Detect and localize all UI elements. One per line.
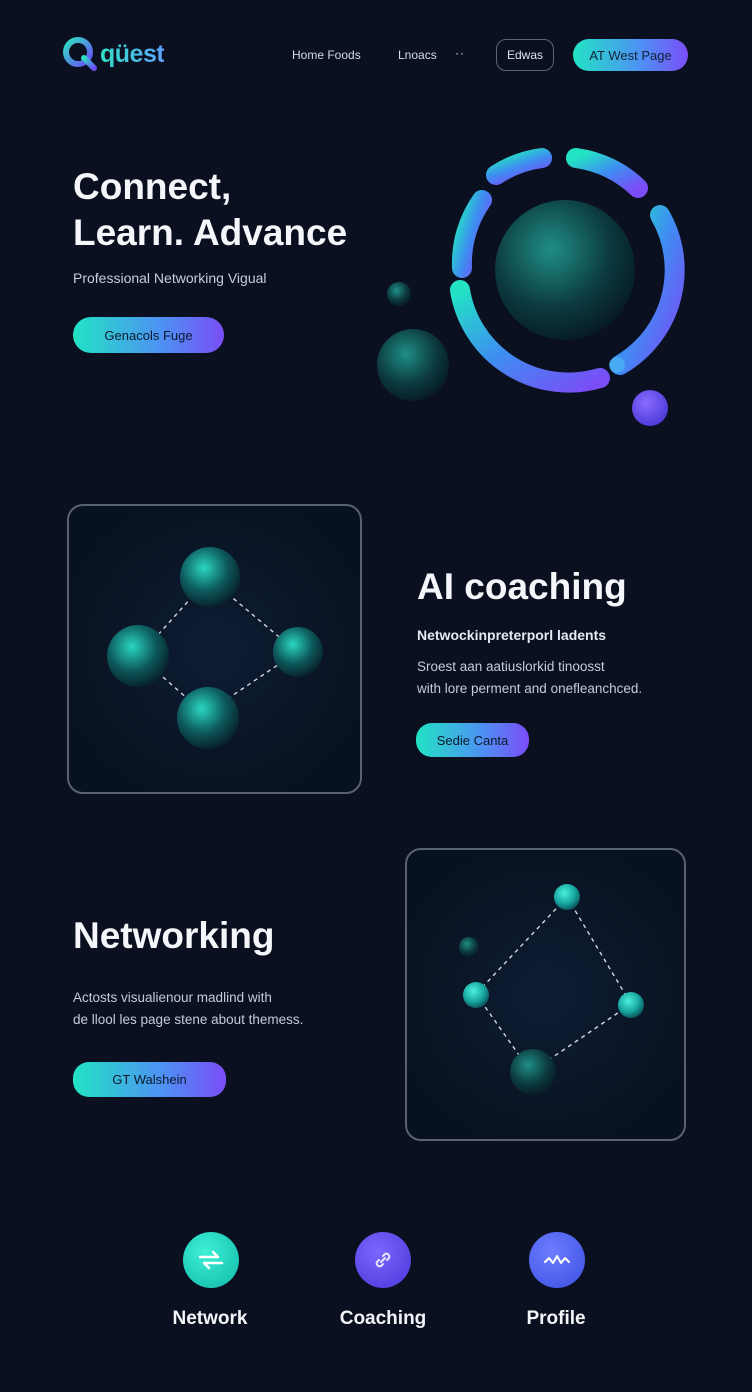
- feature-network-label: Network: [172, 1308, 248, 1329]
- coaching-subtitle: Netwockinpreterporl ladents: [417, 627, 607, 643]
- hero-title-line2: Learn. Advance: [73, 212, 348, 253]
- wave-icon: [529, 1232, 585, 1288]
- feature-profile[interactable]: Profile: [486, 1232, 626, 1330]
- coaching-illustration-frame: [67, 504, 362, 794]
- nav-link-lnoacs[interactable]: Lnoacs: [398, 48, 437, 62]
- brand-name: qüest: [100, 39, 165, 68]
- hero-title: Connect, Learn. Advance: [73, 164, 347, 256]
- logo-q-icon: [63, 37, 97, 71]
- coaching-body-line1: Sroest aan aatiuslorkid tinoosst: [417, 659, 605, 674]
- hero-subtitle: Professional Networking Vigual: [73, 270, 267, 286]
- feature-coaching[interactable]: Coaching: [313, 1232, 453, 1330]
- coaching-body-line2: with lore perment and onefleanchced.: [417, 681, 643, 696]
- feature-coaching-label: Coaching: [339, 1308, 427, 1329]
- network-icon: [183, 1232, 239, 1288]
- networking-illustration-frame: [405, 848, 686, 1141]
- feature-network[interactable]: Network: [140, 1232, 280, 1330]
- networking-graph-graphic: [459, 884, 644, 1095]
- networking-body-line2: de llool les page stene about themess.: [73, 1012, 304, 1027]
- networking-body: Actosts visualienour madlind with de llo…: [73, 987, 303, 1031]
- nav-cta-button[interactable]: AT West Page: [573, 39, 688, 71]
- nav-outline-button[interactable]: Edwas: [496, 39, 554, 71]
- hero-button[interactable]: Genacols Fuge: [73, 317, 224, 353]
- nav-link-home[interactable]: Home Foods: [292, 48, 361, 62]
- logo[interactable]: qüest: [62, 36, 165, 72]
- hero-title-line1: Connect,: [73, 166, 232, 207]
- link-icon: [355, 1232, 411, 1288]
- coaching-button[interactable]: Sedie Canta: [416, 723, 529, 757]
- feature-profile-label: Profile: [526, 1308, 586, 1329]
- networking-body-line1: Actosts visualienour madlind with: [73, 990, 272, 1005]
- networking-title: Networking: [73, 915, 275, 956]
- coaching-title: AI coaching: [417, 566, 627, 607]
- nav-more-icon[interactable]: ··: [455, 46, 465, 60]
- coaching-network-graphic: [107, 547, 323, 749]
- coaching-body: Sroest aan aatiuslorkid tinoosst with lo…: [417, 656, 642, 700]
- hero-orbit-graphic: [377, 148, 685, 426]
- networking-button[interactable]: GT Walshein: [73, 1062, 226, 1097]
